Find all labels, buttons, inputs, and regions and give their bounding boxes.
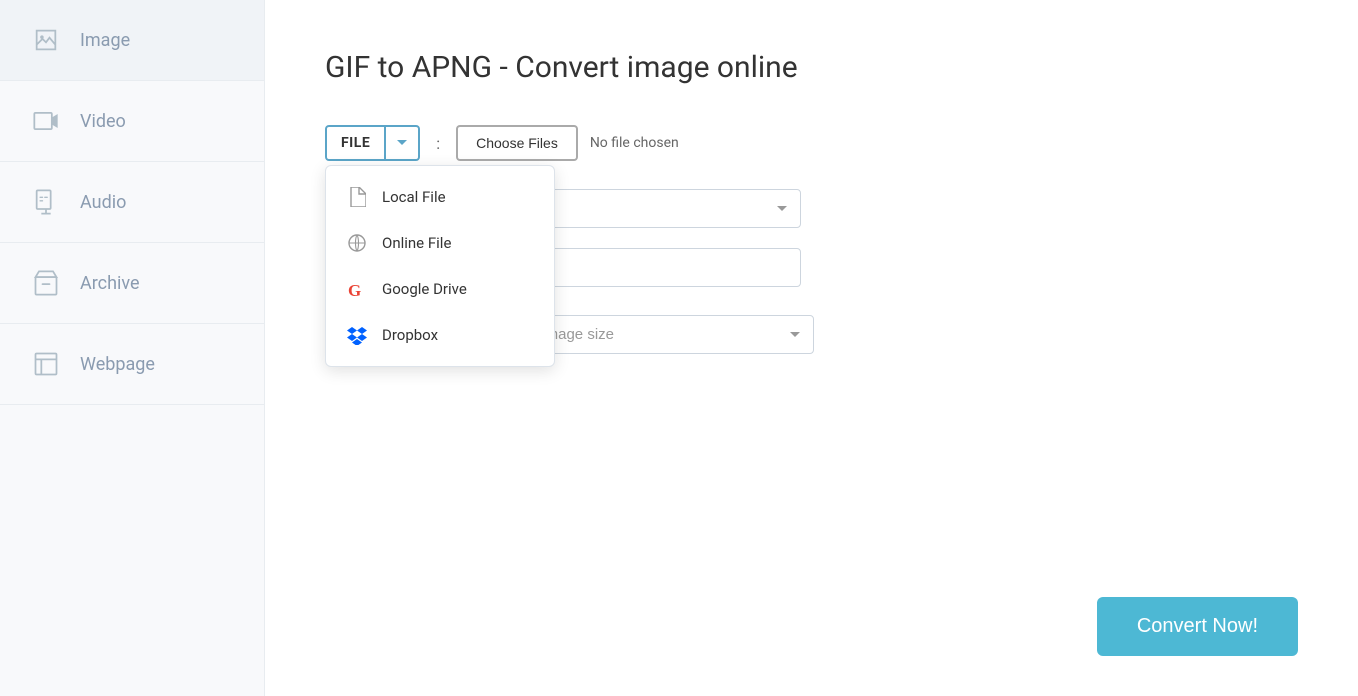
sidebar-item-audio[interactable]: Audio	[0, 162, 264, 243]
webpage-icon	[28, 346, 64, 382]
convert-now-button[interactable]: Convert Now!	[1097, 597, 1298, 656]
video-icon	[28, 103, 64, 139]
sidebar-item-archive[interactable]: Archive	[0, 243, 264, 324]
online-file-icon	[346, 232, 368, 254]
file-source-dropdown: Local File Online File G Google Drive	[325, 165, 555, 367]
choose-files-button[interactable]: Choose Files	[456, 125, 578, 161]
sidebar-item-image[interactable]: Image	[0, 0, 264, 81]
audio-icon	[28, 184, 64, 220]
dropbox-icon	[346, 324, 368, 346]
sidebar-item-image-label: Image	[80, 30, 130, 51]
colon-separator: :	[436, 134, 440, 153]
svg-text:G: G	[348, 281, 361, 299]
sidebar-item-audio-label: Audio	[80, 192, 126, 213]
dropdown-item-local-file-label: Local File	[382, 188, 446, 206]
sidebar-item-webpage-label: Webpage	[80, 354, 155, 375]
no-file-text: No file chosen	[590, 135, 679, 151]
file-input-row: FILE : Choose Files No file chosen Local…	[325, 125, 1298, 161]
file-type-dropdown-button[interactable]	[386, 129, 418, 157]
dropdown-item-google-drive[interactable]: G Google Drive	[326, 266, 554, 312]
dropdown-item-online-file[interactable]: Online File	[326, 220, 554, 266]
archive-icon	[28, 265, 64, 301]
sidebar-item-webpage[interactable]: Webpage	[0, 324, 264, 405]
local-file-icon	[346, 186, 368, 208]
dropdown-item-dropbox-label: Dropbox	[382, 326, 438, 344]
file-type-button-group: FILE	[325, 125, 420, 161]
chevron-down-icon	[396, 137, 408, 149]
image-icon	[28, 22, 64, 58]
dropdown-item-online-file-label: Online File	[382, 234, 451, 252]
main-content: GIF to APNG - Convert image online FILE …	[265, 0, 1358, 696]
dropdown-item-google-drive-label: Google Drive	[382, 280, 467, 298]
file-type-label: FILE	[327, 127, 386, 159]
sidebar-item-video[interactable]: Video	[0, 81, 264, 162]
dropdown-item-dropbox[interactable]: Dropbox	[326, 312, 554, 358]
google-drive-icon: G	[346, 278, 368, 300]
sidebar: Image Video Audio Archive	[0, 0, 265, 696]
sidebar-item-archive-label: Archive	[80, 273, 140, 294]
sidebar-item-video-label: Video	[80, 111, 126, 132]
dropdown-item-local-file[interactable]: Local File	[326, 174, 554, 220]
page-title: GIF to APNG - Convert image online	[325, 50, 1298, 85]
